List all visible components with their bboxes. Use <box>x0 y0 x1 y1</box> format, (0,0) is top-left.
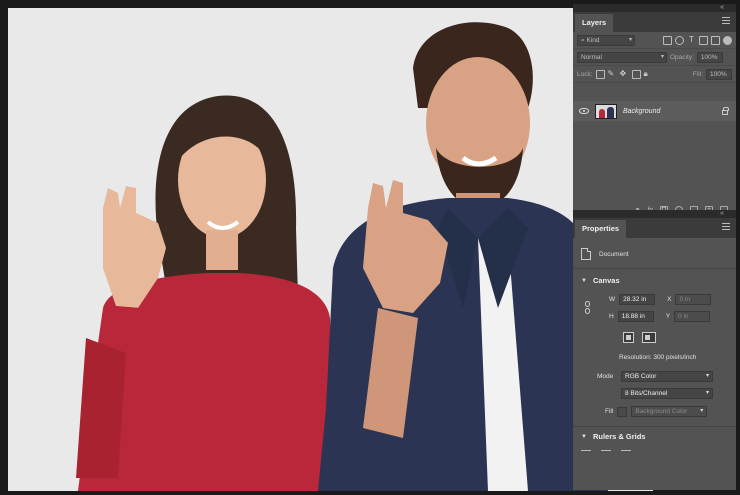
document-canvas[interactable] <box>8 8 653 491</box>
panel-collapse-bar[interactable]: « <box>573 4 736 12</box>
chevron-down-icon: ▾ <box>705 390 709 396</box>
layer-filter-row: ⌕ Kind ▾ T <box>573 32 736 49</box>
right-panel-dock: « Layers ⌕ Kind ▾ T Normal ▾ Opacity: 100% <box>573 4 736 490</box>
blend-mode-select[interactable]: Normal ▾ <box>577 51 667 63</box>
fill-select[interactable]: Background Color ▾ <box>631 406 708 417</box>
lock-transparent-icon[interactable] <box>595 69 605 79</box>
chevron-down-icon: ▼ <box>581 277 587 284</box>
x-label: X <box>667 296 672 303</box>
fill-color-swatch[interactable] <box>617 406 628 417</box>
fill-label: Fill <box>605 408 614 415</box>
height-row: H 18.88 in Y 0 in <box>573 311 736 322</box>
depth-row: 8 Bits/Channel ▾ <box>573 388 736 399</box>
filter-pixel-icon[interactable] <box>663 35 672 45</box>
layer-thumbnail <box>595 103 617 119</box>
chevron-down-icon: ▾ <box>700 408 704 414</box>
eye-icon[interactable] <box>579 108 589 114</box>
bit-depth-value: 8 Bits/Channel <box>625 390 668 397</box>
filter-type-icon[interactable]: T <box>687 35 696 45</box>
lock-icon <box>722 106 729 115</box>
properties-panel: « Properties Document ▼ Canvas W 28.32 i… <box>573 210 736 490</box>
grid-icon[interactable] <box>601 450 611 451</box>
rulers-section-title: Rulers & Grids <box>592 432 646 441</box>
fill-field[interactable]: 100% <box>706 68 732 80</box>
lock-row: Lock: ✎ ✥ 🔒︎ Fill: 100% <box>573 66 736 83</box>
lock-label: Lock: <box>577 70 593 78</box>
panel-menu-icon[interactable] <box>722 223 730 231</box>
document-label: Document <box>599 250 629 258</box>
lock-artboard-icon[interactable] <box>631 69 641 79</box>
width-row: W 28.32 in X 0 in <box>573 294 736 305</box>
x-field[interactable]: 0 in <box>675 294 712 305</box>
canvas-section-header[interactable]: ▼ Canvas <box>573 276 736 285</box>
y-field[interactable]: 0 in <box>674 311 711 322</box>
mode-label: Mode <box>597 373 614 380</box>
height-label: H <box>609 313 614 320</box>
portrait-orientation-icon[interactable] <box>623 332 634 343</box>
width-label: W <box>609 296 616 303</box>
filter-smart-object-icon[interactable] <box>711 35 720 45</box>
fill-value: Background Color <box>635 408 688 415</box>
photo-illustration <box>8 8 653 491</box>
resolution-row: Resolution: 300 pixels/inch <box>573 354 736 361</box>
guides-icon[interactable] <box>621 450 631 451</box>
divider <box>573 268 736 269</box>
rulers-icons-row <box>573 450 736 451</box>
resolution-text: Resolution: 300 pixels/inch <box>619 354 697 361</box>
layers-panel: Layers ⌕ Kind ▾ T Normal ▾ Opacity: 100% L… <box>573 12 736 217</box>
tab-properties[interactable]: Properties <box>575 220 627 238</box>
collapse-arrows-icon[interactable]: « <box>720 210 724 217</box>
lock-all-icon[interactable]: 🔒︎ <box>644 69 653 79</box>
document-icon <box>581 248 591 260</box>
fill-row: Fill Background Color ▾ <box>573 406 736 417</box>
opacity-label: Opacity: <box>670 53 694 61</box>
panel-menu-icon[interactable] <box>722 17 730 25</box>
layers-tab-bar: Layers <box>573 12 736 32</box>
filter-kind-select[interactable]: ⌕ Kind ▾ <box>577 34 635 46</box>
y-label: Y <box>665 313 671 320</box>
fill-label: Fill: <box>692 70 703 78</box>
canvas-section-title: Canvas <box>592 276 620 285</box>
opacity-field[interactable]: 100% <box>696 51 723 63</box>
filter-kind-value: Kind <box>586 36 600 44</box>
divider <box>573 426 736 427</box>
height-field[interactable]: 18.88 in <box>617 311 654 322</box>
chevron-down-icon: ▾ <box>660 53 664 60</box>
width-field[interactable]: 28.32 in <box>619 294 656 305</box>
collapse-arrows-icon[interactable]: « <box>720 4 724 11</box>
properties-tab-bar: Properties <box>573 218 736 238</box>
ruler-icon[interactable] <box>581 450 591 451</box>
filter-adjustment-icon[interactable] <box>675 35 684 45</box>
blend-mode-value: Normal <box>581 53 602 61</box>
mode-row: Mode RGB Color ▾ <box>573 371 736 382</box>
landscape-orientation-icon[interactable] <box>642 332 656 343</box>
filter-toggle-icon[interactable] <box>723 35 732 45</box>
chevron-down-icon: ▾ <box>628 36 632 43</box>
chevron-down-icon: ▼ <box>581 433 587 440</box>
lock-move-icon[interactable]: ✥ <box>620 69 629 79</box>
lock-brush-icon[interactable]: ✎ <box>608 69 617 79</box>
document-row: Document <box>573 248 736 260</box>
filter-shape-icon[interactable] <box>699 35 708 45</box>
color-mode-value: RGB Color <box>625 373 657 380</box>
chevron-down-icon: ▾ <box>705 373 709 379</box>
rulers-section-header[interactable]: ▼ Rulers & Grids <box>573 432 736 441</box>
layer-row-background[interactable]: Background <box>573 101 736 121</box>
layer-name[interactable]: Background <box>623 108 716 115</box>
orientation-row <box>573 332 736 343</box>
tab-layers[interactable]: Layers <box>575 14 614 32</box>
properties-collapse-bar[interactable]: « <box>573 210 736 218</box>
color-mode-select[interactable]: RGB Color ▾ <box>621 371 713 382</box>
blend-row: Normal ▾ Opacity: 100% <box>573 49 736 66</box>
bit-depth-select[interactable]: 8 Bits/Channel ▾ <box>621 388 713 399</box>
photo-two-people-ok-gesture <box>8 8 653 491</box>
